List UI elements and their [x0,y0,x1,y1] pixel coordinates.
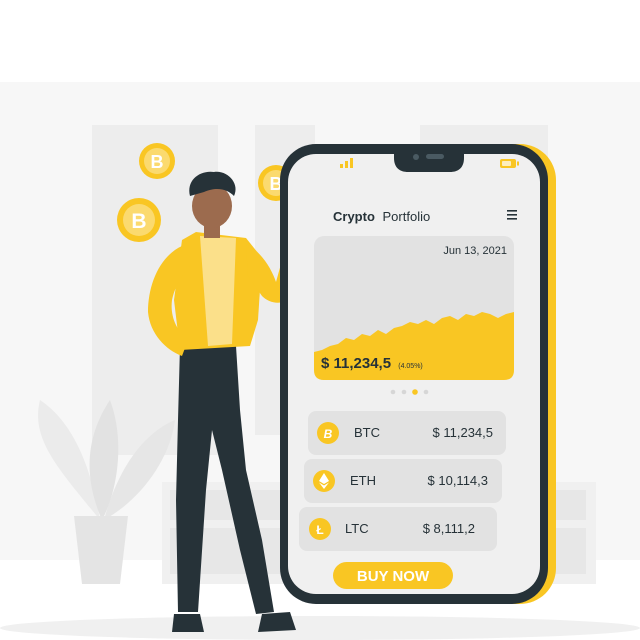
svg-text:B: B [151,152,164,172]
coin-value: $ 8,111,2 [423,521,475,536]
ethereum-icon [313,470,335,492]
floating-coin: B [117,198,161,242]
carousel-dot[interactable] [423,389,429,395]
price-chart-card: Jun 13, 2021 $ 11,234,5 (4.05%) [314,236,514,380]
svg-text:B: B [324,427,333,441]
coin-row-eth[interactable]: ETH $ 10,114,3 [304,459,502,503]
coin-row-btc[interactable]: B BTC $ 11,234,5 [308,411,506,455]
coin-row-ltc[interactable]: Ł LTC $ 8,111,2 [299,507,497,551]
svg-text:B: B [131,210,146,233]
chart-price: $ 11,234,5 [321,355,391,372]
chart-date: Jun 13, 2021 [443,245,507,257]
carousel-dot-active[interactable] [412,389,418,395]
app-title-light: Portfolio [383,209,431,224]
coin-value: $ 11,234,5 [433,425,493,440]
crypto-portfolio-illustration: B B B Crypto Portfolio Jun 13, 2021 $ 11… [0,82,640,640]
coin-symbol: LTC [345,521,369,536]
buy-now-label: BUY NOW [357,568,430,585]
floating-coin: B [139,143,175,179]
bitcoin-icon: B [317,422,339,444]
coin-value: $ 10,114,3 [428,473,488,488]
chart-change: (4.05%) [398,363,423,370]
hamburger-menu-icon[interactable] [507,210,517,220]
svg-text:Ł: Ł [316,523,323,537]
buy-now-button[interactable]: BUY NOW [333,562,453,589]
svg-text:Crypto Portfolio: Crypto Portfolio [333,209,430,224]
litecoin-icon: Ł [309,518,331,540]
app-title-bold: Crypto [333,209,375,224]
coin-symbol: BTC [354,425,380,440]
carousel-dot[interactable] [390,389,396,395]
carousel-dot[interactable] [401,389,407,395]
coin-symbol: ETH [350,473,376,488]
